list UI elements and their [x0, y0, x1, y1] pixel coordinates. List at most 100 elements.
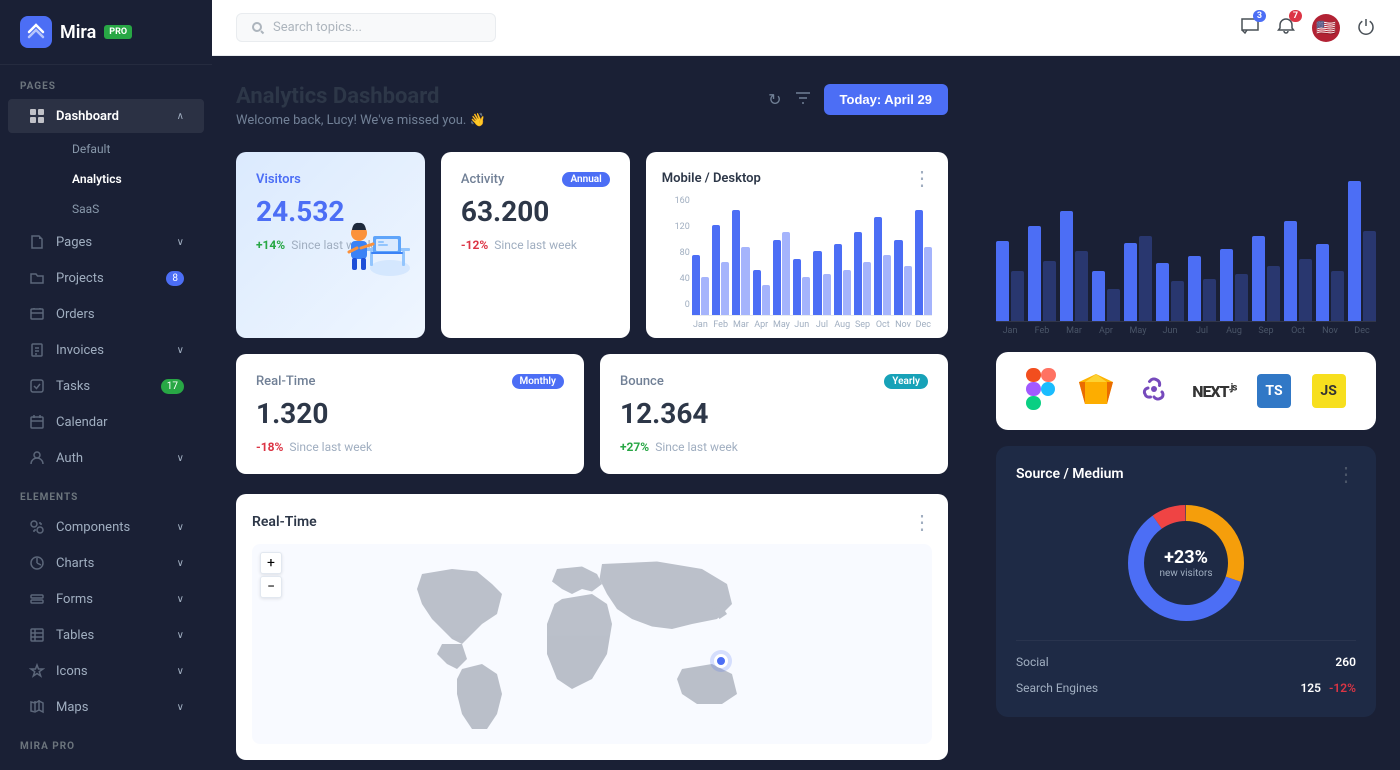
logo-text: Mira	[60, 22, 96, 43]
auth-icon	[28, 449, 46, 467]
sidebar-item-invoices[interactable]: Invoices ∨	[8, 333, 204, 367]
activity-value: 63.200	[461, 195, 610, 228]
activity-change: -12%	[461, 238, 488, 252]
chart-wrapper: 160 120 80 40 0	[662, 196, 932, 330]
source-search-value: 125	[1300, 681, 1321, 695]
pages-chevron: ∨	[177, 237, 184, 248]
visitors-label: Visitors	[256, 172, 405, 187]
sidebar-item-analytics[interactable]: Analytics	[52, 164, 204, 194]
sidebar-item-tables[interactable]: Tables ∨	[8, 618, 204, 652]
source-search-change: -12%	[1329, 681, 1356, 695]
bar	[741, 247, 749, 315]
filter-icon[interactable]	[794, 89, 812, 111]
pro-badge: PRO	[104, 25, 132, 39]
source-list: Social 260 Search Engines 125 -12%	[1016, 640, 1356, 701]
projects-label: Projects	[56, 271, 104, 286]
sidebar-item-saas[interactable]: SaaS	[52, 194, 204, 224]
bounce-card: Bounce Yearly 12.364 +27% Since last wee…	[600, 354, 948, 474]
sidebar-item-orders[interactable]: Orders	[8, 297, 204, 331]
default-label: Default	[72, 142, 110, 156]
bar	[874, 217, 882, 315]
forms-label: Forms	[56, 592, 93, 607]
today-button[interactable]: Today: April 29	[824, 84, 948, 115]
charts-chevron: ∨	[177, 558, 184, 569]
source-medium-card: Source / Medium ⋮	[996, 446, 1376, 717]
sidebar-item-icons[interactable]: Icons ∨	[8, 654, 204, 688]
search-bar[interactable]: Search topics...	[236, 13, 496, 42]
visitors-illustration	[335, 208, 415, 282]
analytics-label: Analytics	[72, 172, 122, 186]
source-item-social: Social 260	[1016, 649, 1356, 675]
realtime-change: -18%	[256, 440, 283, 454]
dashboard-submenu: Default Analytics SaaS	[0, 134, 212, 224]
visitors-card: Visitors 24.532 +14% Since last week	[236, 152, 425, 338]
projects-icon	[28, 269, 46, 287]
figma-logo	[1026, 368, 1056, 414]
chat-button[interactable]: 3	[1240, 16, 1260, 40]
bar	[793, 259, 801, 315]
flag-button[interactable]: 🇺🇸	[1312, 14, 1340, 42]
visitors-change: +14%	[256, 238, 285, 252]
activity-since: Since last week	[494, 238, 577, 252]
activity-badge: Annual	[562, 172, 609, 187]
realtime-badge: Monthly	[512, 374, 565, 389]
bar	[904, 266, 912, 315]
dashboard-label: Dashboard	[56, 109, 119, 124]
power-button[interactable]	[1356, 16, 1376, 40]
dark-bar-chart	[996, 172, 1376, 322]
bar	[843, 270, 851, 315]
mid-stats-row: Real-Time Monthly 1.320 -18% Since last …	[236, 354, 948, 474]
sidebar-item-forms[interactable]: Forms ∨	[8, 582, 204, 616]
header-actions: ↻ Today: April 29	[768, 84, 948, 115]
main-area: Search topics... 3 7 🇺🇸	[212, 0, 1400, 770]
bar	[834, 244, 842, 315]
sidebar-item-pages[interactable]: Pages ∨	[8, 225, 204, 259]
sidebar-item-components[interactable]: Components ∨	[8, 510, 204, 544]
logo-icon	[20, 16, 52, 48]
sidebar-item-auth[interactable]: Auth ∨	[8, 441, 204, 475]
chart-more-icon[interactable]: ⋮	[912, 168, 932, 188]
pages-label: Pages	[56, 235, 92, 250]
bounce-since: Since last week	[655, 440, 738, 454]
refresh-icon[interactable]: ↻	[768, 90, 781, 109]
sidebar-item-projects[interactable]: Projects 8	[8, 261, 204, 295]
sidebar-item-charts[interactable]: Charts ∨	[8, 546, 204, 580]
bounce-value: 12.364	[620, 397, 928, 430]
sidebar-item-tasks[interactable]: Tasks 17	[8, 369, 204, 403]
map-more-icon[interactable]: ⋮	[912, 510, 932, 534]
section-label-pages: PAGES	[0, 65, 212, 98]
map-zoom-in[interactable]: +	[260, 552, 282, 574]
donut-label: new visitors	[1159, 568, 1212, 579]
content-area: Analytics Dashboard Welcome back, Lucy! …	[212, 56, 1400, 770]
bell-button[interactable]: 7	[1276, 16, 1296, 40]
bar	[753, 270, 761, 315]
sidebar: Mira PRO PAGES Dashboard ∧ Default Analy…	[0, 0, 212, 770]
sidebar-item-calendar[interactable]: Calendar	[8, 405, 204, 439]
bar	[813, 251, 821, 315]
source-search-right: 125 -12%	[1300, 681, 1356, 695]
search-placeholder: Search topics...	[273, 20, 362, 35]
projects-badge: 8	[166, 271, 184, 286]
calendar-label: Calendar	[56, 415, 108, 430]
maps-chevron: ∨	[177, 702, 184, 713]
typescript-logo: TS	[1257, 374, 1291, 408]
map-zoom-out[interactable]: −	[260, 576, 282, 598]
icons-icon	[28, 662, 46, 680]
dark-chart-area: Jan Feb Mar Apr May Jun Jul Aug Sep Oct …	[996, 172, 1376, 336]
donut-area: +23% new visitors	[1016, 498, 1356, 628]
source-more-icon[interactable]: ⋮	[1336, 462, 1356, 486]
topbar-right: 3 7 🇺🇸	[1240, 14, 1376, 42]
sidebar-item-default[interactable]: Default	[52, 134, 204, 164]
tasks-label: Tasks	[56, 379, 90, 394]
icons-label: Icons	[56, 664, 88, 679]
auth-chevron: ∨	[177, 453, 184, 464]
activity-header: Activity Annual	[461, 172, 610, 187]
components-icon	[28, 518, 46, 536]
sidebar-item-maps[interactable]: Maps ∨	[8, 690, 204, 724]
forms-icon	[28, 590, 46, 608]
tables-chevron: ∨	[177, 630, 184, 641]
sidebar-item-dashboard[interactable]: Dashboard ∧	[8, 99, 204, 133]
y-axis: 160 120 80 40 0	[662, 196, 690, 310]
bar	[915, 210, 923, 315]
bounce-change: +27%	[620, 440, 649, 454]
